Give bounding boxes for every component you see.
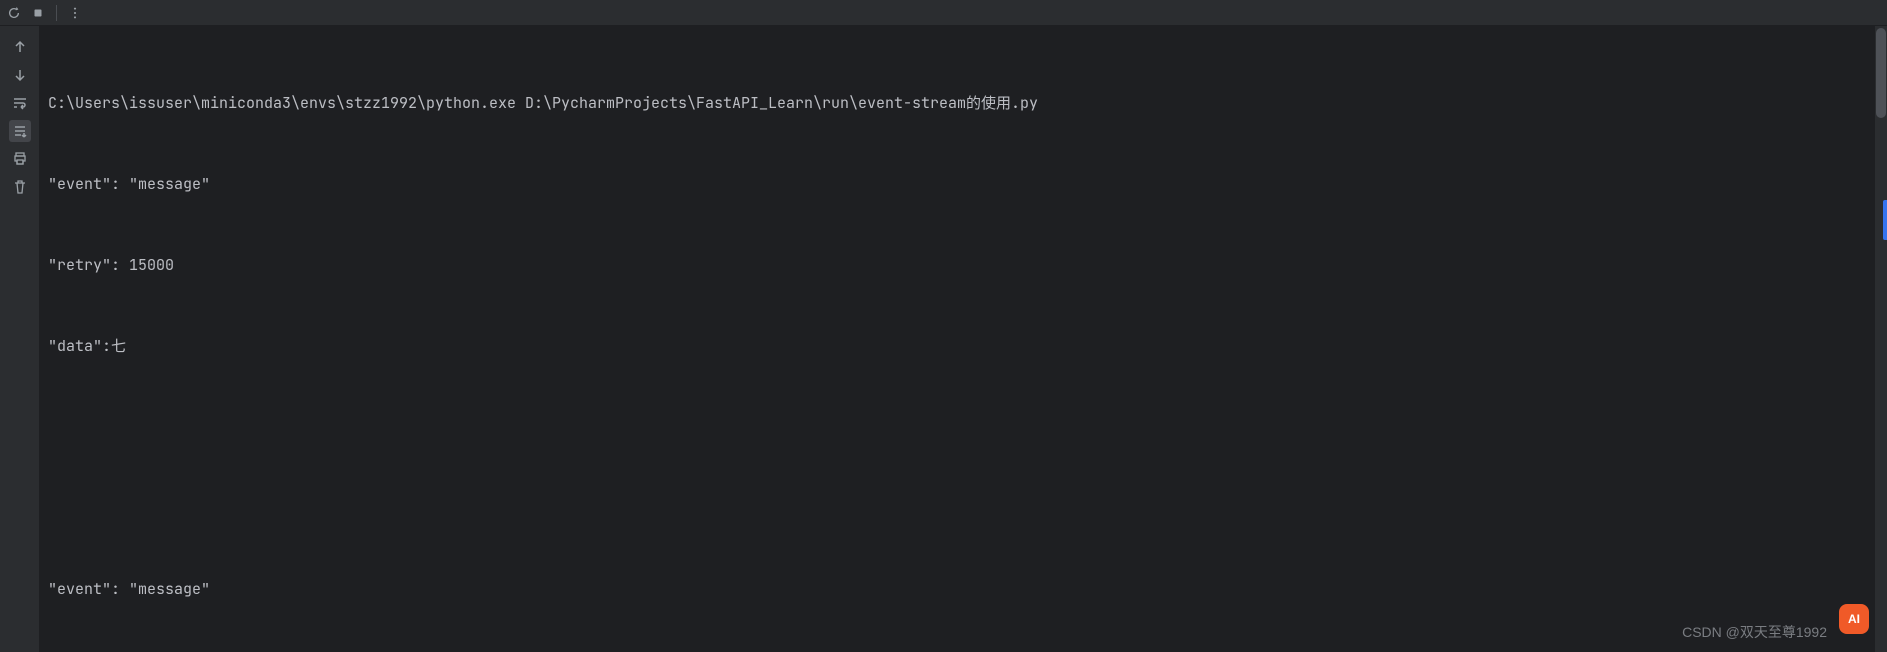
- console-line: "event": "message": [48, 576, 1879, 603]
- toolbar-separator: [56, 5, 57, 21]
- arrow-up-icon[interactable]: [9, 36, 31, 58]
- watermark-text: CSDN @双天至尊1992: [1682, 622, 1827, 642]
- more-icon[interactable]: [67, 5, 83, 21]
- console-blank-line: [48, 414, 1879, 441]
- scrollbar-thumb[interactable]: [1876, 28, 1886, 118]
- console-blank-line: [48, 495, 1879, 522]
- console-command-line: C:\Users\issuser\miniconda3\envs\stzz199…: [48, 90, 1879, 117]
- console-line: "event": "message": [48, 171, 1879, 198]
- trash-icon[interactable]: [9, 176, 31, 198]
- console-toolbar: [0, 0, 1887, 26]
- scrollbar-track[interactable]: [1875, 26, 1887, 652]
- ai-badge-icon[interactable]: AI: [1839, 604, 1869, 634]
- stop-icon[interactable]: [30, 5, 46, 21]
- scroll-to-end-icon[interactable]: [9, 120, 31, 142]
- rerun-icon[interactable]: [6, 5, 22, 21]
- arrow-down-icon[interactable]: [9, 64, 31, 86]
- right-edge-indicator: [1883, 200, 1887, 240]
- print-icon[interactable]: [9, 148, 31, 170]
- console-output[interactable]: C:\Users\issuser\miniconda3\envs\stzz199…: [40, 26, 1887, 652]
- console-gutter: [0, 26, 40, 652]
- soft-wrap-icon[interactable]: [9, 92, 31, 114]
- console-line: "data":七: [48, 333, 1879, 360]
- console-line: "retry": 15000: [48, 252, 1879, 279]
- main-area: C:\Users\issuser\miniconda3\envs\stzz199…: [0, 26, 1887, 652]
